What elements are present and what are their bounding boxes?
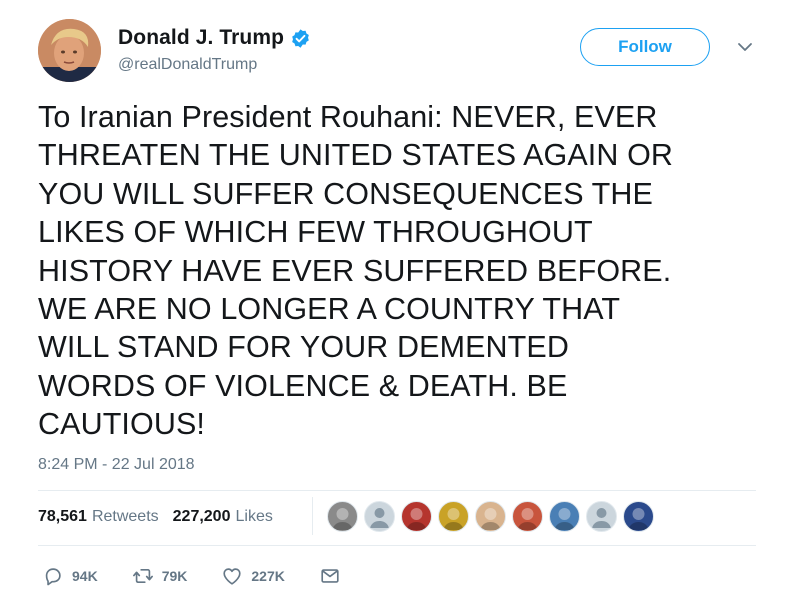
liker-avatar-4[interactable] <box>438 501 469 532</box>
liker-avatars <box>327 501 660 532</box>
liker-avatar-3[interactable] <box>401 501 432 532</box>
author-display-name[interactable]: Donald J. Trump <box>118 26 284 50</box>
author-name-row: Donald J. Trump <box>118 26 311 50</box>
tweet-text: To Iranian President Rouhani: NEVER, EVE… <box>38 100 674 442</box>
retweets-count[interactable]: 78,561 <box>38 508 87 526</box>
retweets-label[interactable]: Retweets <box>92 508 159 526</box>
likes-count[interactable]: 227,200 <box>173 508 231 526</box>
author-avatar[interactable] <box>38 19 101 82</box>
reply-action[interactable]: 94K <box>42 565 98 587</box>
verified-badge-icon <box>290 28 311 49</box>
retweet-icon <box>132 569 153 583</box>
reply-icon <box>45 568 61 586</box>
reply-count: 94K <box>72 568 98 584</box>
direct-message-action[interactable] <box>319 565 341 587</box>
liker-avatar-9[interactable] <box>623 501 654 532</box>
follow-button[interactable]: Follow <box>580 28 710 66</box>
tweet-actions: 94K 79K 227K <box>42 565 375 587</box>
like-count: 227K <box>251 568 285 584</box>
divider-top <box>38 490 756 491</box>
liker-avatar-8[interactable] <box>586 501 617 532</box>
tweet-stats: 78,561 Retweets 227,200 Likes <box>38 508 273 526</box>
retweet-count: 79K <box>161 568 188 584</box>
liker-avatar-5[interactable] <box>475 501 506 532</box>
chevron-down-icon[interactable] <box>736 40 754 54</box>
liker-avatar-7[interactable] <box>549 501 580 532</box>
tweet-card: Donald J. Trump @realDonaldTrump Follow … <box>0 0 800 600</box>
heart-icon <box>223 568 241 585</box>
divider-bottom <box>38 545 756 546</box>
like-action[interactable]: 227K <box>221 565 285 587</box>
stats-separator <box>312 497 313 535</box>
tweet-timestamp[interactable]: 8:24 PM - 22 Jul 2018 <box>38 456 195 474</box>
envelope-icon <box>321 569 339 583</box>
liker-avatar-1[interactable] <box>327 501 358 532</box>
liker-avatar-6[interactable] <box>512 501 543 532</box>
likes-label[interactable]: Likes <box>235 508 272 526</box>
author-handle[interactable]: @realDonaldTrump <box>118 56 257 74</box>
liker-avatar-2[interactable] <box>364 501 395 532</box>
retweet-action[interactable]: 79K <box>132 565 188 587</box>
